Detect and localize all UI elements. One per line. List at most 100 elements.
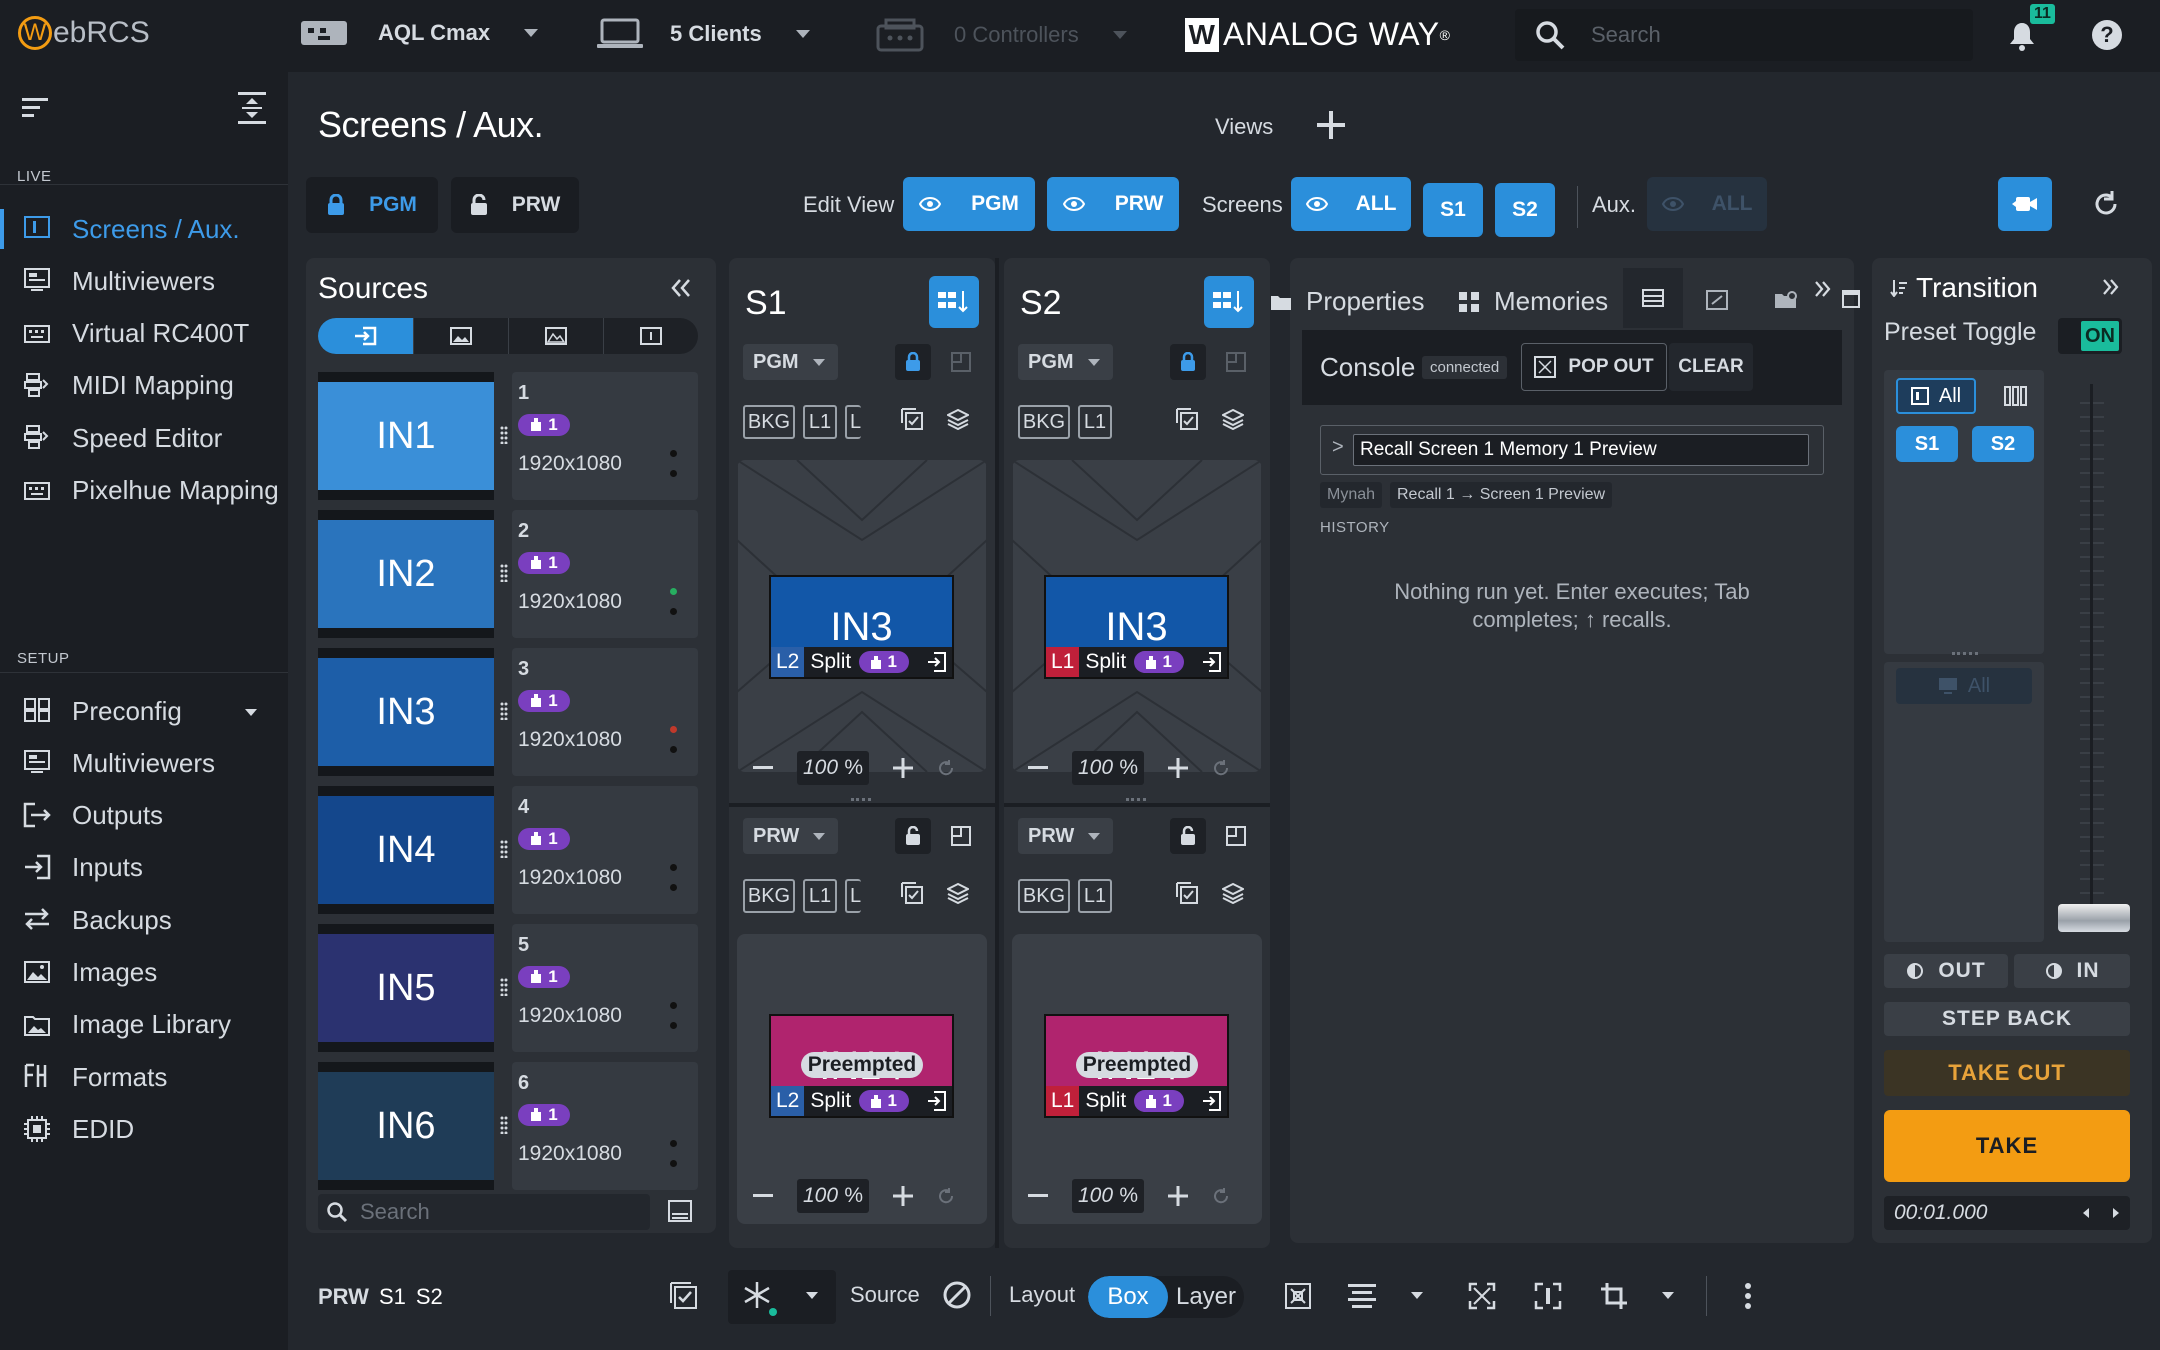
lock-button[interactable]	[1170, 344, 1206, 380]
source-info[interactable]: 4 1 1920x1080	[512, 786, 698, 914]
transition-all-screens-button[interactable]: All	[1896, 378, 1976, 414]
layer-tag[interactable]: L	[845, 879, 861, 913]
source-info[interactable]: 3 1 1920x1080	[512, 648, 698, 776]
sidebar-item-image-library[interactable]: Image Library	[0, 995, 288, 1055]
zoom-out-icon[interactable]	[1028, 1194, 1048, 1198]
input-icon[interactable]	[928, 652, 946, 672]
sidebar-item-images[interactable]: Images	[0, 943, 288, 1003]
app-logo[interactable]: W ebRCS	[18, 16, 150, 50]
filter-image-library-tab[interactable]	[508, 318, 603, 354]
chevrons-right-icon[interactable]	[2102, 278, 2120, 296]
edit-view-prw-button[interactable]: PRW	[1047, 177, 1179, 231]
folder-settings-icon[interactable]	[1774, 290, 1798, 310]
pgm-lock-button[interactable]: PGM	[306, 177, 438, 233]
zoom-out-icon[interactable]	[1028, 766, 1048, 770]
sidebar-item-backups[interactable]: Backups	[0, 890, 288, 950]
reset-zoom-icon[interactable]	[1212, 1187, 1230, 1205]
lock-button[interactable]	[895, 344, 931, 380]
layer-box[interactable]: IN3 L1 Split 1	[1044, 575, 1229, 679]
step-back-button[interactable]: STEP BACK	[1884, 1002, 2130, 1036]
source-thumbnail[interactable]: IN4	[318, 786, 494, 914]
zoom-in-icon[interactable]	[893, 1186, 913, 1206]
resize-handle[interactable]	[1126, 798, 1146, 801]
global-search[interactable]: Search	[1515, 9, 1973, 61]
layer-tag[interactable]: BKG	[743, 405, 795, 439]
checkbox-stack-icon[interactable]	[901, 408, 923, 430]
input-icon[interactable]	[1203, 1091, 1221, 1111]
controllers-selector[interactable]: 0 Controllers	[876, 18, 1127, 52]
pgm-mode-select[interactable]: PGM	[1018, 344, 1113, 380]
sidebar-item-multiviewers[interactable]: Multiviewers	[0, 251, 288, 311]
input-icon[interactable]	[928, 1091, 946, 1111]
source-thumbnail[interactable]: IN3	[318, 648, 494, 776]
pgm-mode-select[interactable]: PGM	[743, 344, 838, 380]
layout-box-option[interactable]: Box	[1088, 1276, 1168, 1318]
sidebar-item-speed-editor[interactable]: Speed Editor	[0, 408, 288, 468]
layer-tag[interactable]: L	[845, 405, 861, 439]
prw-mode-select[interactable]: PRW	[1018, 818, 1113, 854]
device-selector[interactable]: AQL Cmax	[300, 18, 539, 48]
sidebar-item-pixelhue-mapping[interactable]: Pixelhue Mapping	[0, 461, 288, 521]
command-chip[interactable]: Recall 1 → Screen 1 Preview	[1390, 482, 1613, 508]
prw-lock-button[interactable]: PRW	[451, 177, 579, 233]
unlock-button[interactable]	[895, 818, 931, 854]
expand-collapse-icon[interactable]	[238, 92, 266, 124]
source-thumbnail[interactable]: IN1	[318, 372, 494, 500]
sidebar-item-virtual-rc400t[interactable]: Virtual RC400T	[0, 304, 288, 364]
take-button[interactable]: TAKE	[1884, 1110, 2130, 1182]
chevron-down-icon[interactable]	[1411, 1292, 1423, 1299]
source-info[interactable]: 5 1 1920x1080	[512, 924, 698, 1052]
source-info[interactable]: 1 1 1920x1080	[512, 372, 698, 500]
duration-field[interactable]: 00:01.000	[1884, 1196, 2130, 1230]
resize-handle[interactable]	[1952, 652, 1978, 655]
sidebar-item-outputs[interactable]: Outputs	[0, 786, 288, 846]
chevron-right-icon[interactable]	[2112, 1207, 2120, 1219]
resize-handle[interactable]	[851, 798, 871, 801]
source-info[interactable]: 2 1 1920x1080	[512, 510, 698, 638]
edit-layout-icon[interactable]	[1226, 352, 1246, 372]
properties-tab[interactable]: Properties	[1270, 286, 1425, 317]
sidebar-item-midi-mapping[interactable]: MIDI Mapping	[0, 356, 288, 416]
refresh-icon[interactable]	[2092, 190, 2120, 218]
layer-tag[interactable]: L1	[803, 879, 837, 913]
zoom-in-icon[interactable]	[1168, 1186, 1188, 1206]
align-icon[interactable]	[1348, 1284, 1376, 1308]
checkbox-stack-icon[interactable]	[1176, 882, 1198, 904]
edit-layout-icon[interactable]	[1226, 826, 1246, 846]
column-splitter[interactable]	[995, 258, 999, 1248]
take-cut-button[interactable]: TAKE CUT	[1884, 1050, 2130, 1096]
aux-all-button[interactable]: ALL	[1647, 177, 1767, 231]
timeline-icon[interactable]	[1706, 290, 1728, 310]
source-info[interactable]: 6 1 1920x1080	[512, 1062, 698, 1190]
pop-out-button[interactable]: POP OUT	[1521, 343, 1667, 391]
help-icon[interactable]: ?	[2092, 20, 2122, 50]
filter-background-tab[interactable]	[603, 318, 698, 354]
drag-handle-icon[interactable]	[500, 978, 508, 996]
more-vertical-icon[interactable]	[1744, 1282, 1752, 1310]
drag-handle-icon[interactable]	[500, 564, 508, 582]
layers-icon[interactable]	[947, 408, 969, 430]
zoom-out-icon[interactable]	[753, 766, 773, 770]
sidebar-item-formats[interactable]: Formats	[0, 1047, 288, 1107]
no-source-icon[interactable]	[942, 1280, 972, 1310]
popout-window-icon[interactable]	[1842, 290, 1860, 308]
center-icon[interactable]	[1534, 1282, 1562, 1310]
layers-icon[interactable]	[1222, 882, 1244, 904]
layer-tag[interactable]: L1	[1078, 405, 1112, 439]
crop-icon[interactable]	[1600, 1282, 1628, 1310]
memories-tab[interactable]: Memories	[1458, 286, 1608, 317]
input-icon[interactable]	[1203, 652, 1221, 672]
t-bar-handle[interactable]	[2058, 904, 2130, 932]
checkbox-stack-icon[interactable]	[901, 882, 923, 904]
checkbox-stack-icon[interactable]	[1176, 408, 1198, 430]
screen-s1-button[interactable]: S1	[1423, 183, 1483, 237]
layers-icon[interactable]	[947, 882, 969, 904]
global-search-input[interactable]: Search	[1591, 22, 1661, 48]
layer-box[interactable]: IN3 L2 Split 1	[769, 575, 954, 679]
layer-tag[interactable]: L1	[803, 405, 837, 439]
chevron-left-icon[interactable]	[2082, 1207, 2090, 1219]
layer-tag[interactable]: BKG	[1018, 879, 1070, 913]
drag-handle-icon[interactable]	[500, 702, 508, 720]
chevrons-right-icon[interactable]	[1814, 280, 1832, 298]
zoom-in-icon[interactable]	[893, 758, 913, 778]
